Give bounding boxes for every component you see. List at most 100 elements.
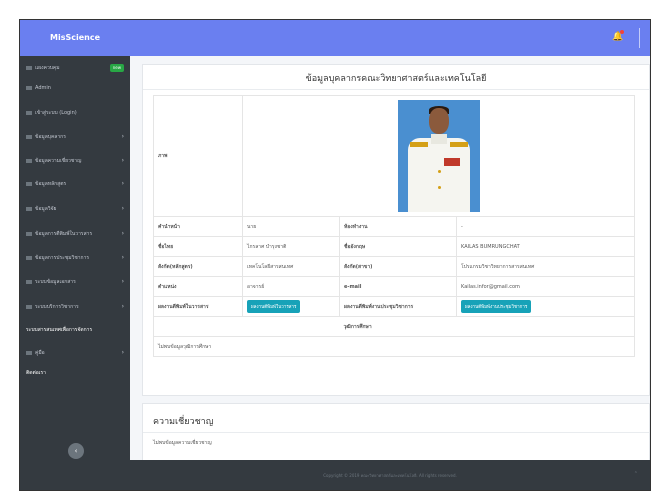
table-row: ผลงานตีพิมพ์ในวารสาร ผลงานตีพิมพ์ในวารสา… (153, 296, 636, 317)
table-cell: ห้องทำงาน (339, 216, 457, 237)
journal-icon (26, 231, 32, 236)
table-cell: ผลงานตีพิมพ์ในวารสาร (242, 296, 340, 317)
table-cell: โปรแกรมวิชาวิทยาการสารสนเทศ (456, 256, 635, 277)
photo-cell (242, 95, 635, 217)
chevron-right-icon: › (121, 254, 124, 261)
personnel-icon (26, 134, 32, 139)
chevron-up-icon[interactable]: ⌃ (634, 471, 638, 477)
table-row: ไม่พบข้อมูลวุฒิการศึกษา (153, 336, 636, 357)
journal-pub-label: ผลงานตีพิมพ์ในวารสาร (153, 296, 243, 317)
dashboard-icon (26, 65, 32, 70)
sidebar-item-admin[interactable]: Admin (20, 78, 130, 98)
table-cell: อาจารย์ (242, 276, 340, 297)
expertise-empty: ไม่พบข้อมูลความเชี่ยวชาญ (153, 440, 212, 446)
conference-icon (26, 255, 32, 260)
table-row: วุฒิการศึกษา (153, 316, 636, 337)
journal-pub-button[interactable]: ผลงานตีพิมพ์ในวารสาร (247, 300, 301, 313)
sidebar-section-header: ระบบสารสนเทศเพื่อการจัดการ (26, 327, 93, 333)
table-cell: e-mail (339, 276, 457, 297)
table-cell: นาย (242, 216, 340, 237)
login-icon (26, 110, 32, 115)
sidebar-item-journal[interactable]: ข้อมูลการตีพิมพ์ในวารสาร › (20, 224, 130, 244)
chevron-right-icon: › (121, 230, 124, 237)
sidebar-item-label: ข้อมูลการประชุมวิชาการ (35, 255, 90, 261)
education-label: วุฒิการศึกษา (339, 316, 635, 337)
page-title: ข้อมูลบุคลากรคณะวิทยาศาสตร์และเทคโนโลยี (305, 74, 487, 84)
table-cell: คำนำหน้า (153, 216, 243, 237)
book-icon (26, 350, 32, 355)
chevron-right-icon: › (121, 205, 124, 212)
sidebar-item-conference[interactable]: ข้อมูลการประชุมวิชาการ › (20, 248, 130, 268)
table-cell: ตำแหน่ง (153, 276, 243, 297)
table-row: สังกัด(หลักสูตร) เทคโนโลยีสารสนเทศ สังกั… (153, 256, 636, 277)
sidebar-item-expertise[interactable]: ข้อมูลความเชี่ยวชาญ › (20, 151, 130, 171)
chevron-right-icon: › (121, 180, 124, 187)
table-cell: ชื่อไทย (153, 236, 243, 257)
sidebar-item-label: ระบบบริการวิชาการ (35, 304, 79, 310)
expertise-card: ความเชี่ยวชาญ ไม่พบข้อมูลความเชี่ยวชาญ (142, 403, 650, 461)
sidebar-item-label: เข้าสู่ระบบ (Login) (35, 110, 77, 116)
table-cell: สังกัด(หลักสูตร) (153, 256, 243, 277)
education-empty: ไม่พบข้อมูลวุฒิการศึกษา (153, 336, 635, 357)
sidebar-item-label: ข้อมูลการตีพิมพ์ในวารสาร (35, 231, 93, 237)
sidebar-item-research[interactable]: ข้อมูลวิจัย › (20, 199, 130, 219)
app-window: MisScience 🔔 แผงควบคุม new Admin เข้าสู่… (19, 19, 651, 491)
table-cell: ชื่ออังกฤษ (339, 236, 457, 257)
table-row: คำนำหน้า นาย ห้องทำงาน - (153, 216, 636, 237)
sidebar-item-documents[interactable]: ระบบข้อมูลเอกสาร › (20, 272, 130, 292)
conference-pub-button[interactable]: ผลงานตีพิมพ์งานประชุมวิชาการ (461, 300, 532, 313)
research-icon (26, 206, 32, 211)
table-cell: - (456, 216, 635, 237)
sidebar-item-curriculum[interactable]: ข้อมูลหลักสูตร › (20, 174, 130, 194)
chevron-right-icon: › (121, 349, 124, 356)
sidebar-item-label: แผงควบคุม (35, 65, 60, 71)
sidebar-toggle-button[interactable]: ‹ (68, 443, 84, 459)
sidebar-item-label: ข้อมูลความเชี่ยวชาญ (35, 158, 82, 164)
document-icon (26, 279, 32, 284)
main-content: ข้อมูลบุคลากรคณะวิทยาศาสตร์และเทคโนโลยี … (130, 56, 650, 490)
table-cell: ไกรลาศ บำรุงชาติ (242, 236, 340, 257)
footer-copyright: Copyright © 2019 คณะวิทยาศาสตร์และเทคโนโ… (323, 473, 457, 478)
table-cell: KAILAS BUMRUNGCHAT (456, 236, 635, 257)
navbar-divider (639, 28, 640, 48)
chevron-right-icon: › (121, 303, 124, 310)
sidebar-item-label: คู่มือ (35, 350, 45, 356)
sidebar-item-personnel[interactable]: ข้อมูลบุคลากร › (20, 127, 130, 147)
expertise-title: ความเชี่ยวชาญ (153, 417, 214, 427)
footer: Copyright © 2019 คณะวิทยาศาสตร์และเทคโนโ… (130, 460, 650, 490)
user-icon (26, 85, 32, 90)
notification-dot (620, 30, 624, 34)
profile-photo (397, 100, 480, 212)
new-badge: new (109, 64, 124, 72)
sidebar-item-services[interactable]: ระบบบริการวิชาการ › (20, 297, 130, 317)
conference-pub-label: ผลงานตีพิมพ์งานประชุมวิชาการ (339, 296, 457, 317)
table-row: ชื่อไทย ไกรลาศ บำรุงชาติ ชื่ออังกฤษ KAIL… (153, 236, 636, 257)
table-row: ภาพ (153, 95, 636, 217)
sidebar-item-label: ข้อมูลบุคลากร (35, 134, 66, 140)
curriculum-icon (26, 181, 32, 186)
expertise-icon (26, 158, 32, 163)
sidebar-item-label: ระบบข้อมูลเอกสาร (35, 279, 76, 285)
service-icon (26, 304, 32, 309)
divider (143, 89, 649, 90)
brand-logo[interactable]: MisScience (20, 20, 130, 56)
sidebar-item-login[interactable]: เข้าสู่ระบบ (Login) (20, 103, 130, 123)
sidebar-item-label: ข้อมูลหลักสูตร (35, 181, 67, 187)
chevron-right-icon: › (121, 133, 124, 140)
profile-card: ข้อมูลบุคลากรคณะวิทยาศาสตร์และเทคโนโลยี … (142, 64, 650, 396)
sidebar-item-label: Admin (35, 85, 51, 91)
sidebar-item-dashboard[interactable]: แผงควบคุม new (20, 58, 130, 78)
photo-label: ภาพ (153, 95, 243, 217)
table-cell: เทคโนโลยีสารสนเทศ (242, 256, 340, 277)
top-navbar: MisScience 🔔 (20, 20, 650, 56)
chevron-right-icon: › (121, 157, 124, 164)
table-row: ตำแหน่ง อาจารย์ e-mail Kailas.infor@gmai… (153, 276, 636, 297)
table-cell: ผลงานตีพิมพ์งานประชุมวิชาการ (456, 296, 635, 317)
sidebar-item-contact[interactable]: ติดต่อเรา (20, 366, 130, 380)
sidebar: แผงควบคุม new Admin เข้าสู่ระบบ (Login) … (20, 56, 130, 490)
divider (143, 432, 649, 433)
profile-table: ภาพ คำนำหน้า นาย ห้องทำงาน - ชื่อไทย ไกร… (153, 95, 636, 357)
table-cell: สังกัด(สาขา) (339, 256, 457, 277)
table-cell: Kailas.infor@gmail.com (456, 276, 635, 297)
sidebar-item-manual[interactable]: คู่มือ › (20, 343, 130, 363)
